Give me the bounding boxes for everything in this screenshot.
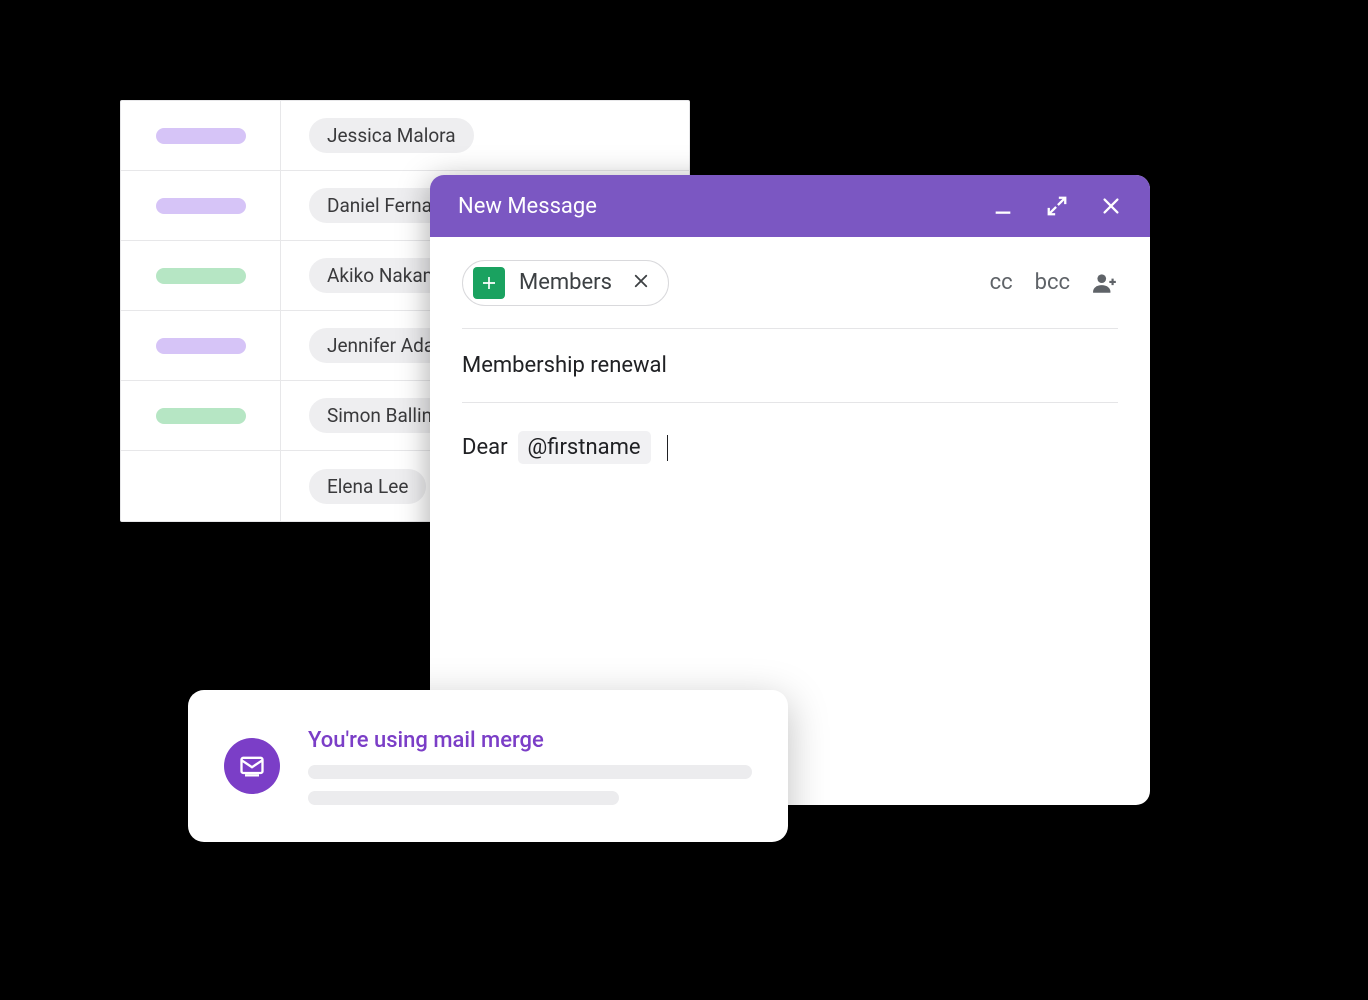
add-recipient-icon[interactable] <box>1092 270 1118 296</box>
body-text: Dear <box>462 435 508 460</box>
status-pill <box>156 408 246 424</box>
close-icon[interactable] <box>1100 195 1122 217</box>
minimize-icon[interactable] <box>992 195 1014 217</box>
compose-titlebar: New Message <box>430 175 1150 237</box>
subject-text: Membership renewal <box>462 353 667 378</box>
mail-merge-icon <box>224 738 280 794</box>
status-pill <box>156 338 246 354</box>
text-cursor <box>667 435 668 461</box>
status-pill <box>156 128 246 144</box>
status-pill <box>156 198 246 214</box>
cc-button[interactable]: cc <box>990 270 1013 295</box>
name-chip: Jessica Malora <box>309 118 474 153</box>
mail-merge-toast: You're using mail merge <box>188 690 788 842</box>
merge-tag[interactable]: @firstname <box>518 431 651 464</box>
expand-icon[interactable] <box>1046 195 1068 217</box>
bcc-button[interactable]: bcc <box>1035 270 1070 295</box>
placeholder-line <box>308 765 752 779</box>
table-row[interactable]: Jessica Malora <box>121 101 689 171</box>
subject-field[interactable]: Membership renewal <box>462 329 1118 403</box>
email-body[interactable]: Dear @firstname <box>462 403 1118 464</box>
recipient-chip[interactable]: Members <box>462 260 669 306</box>
to-field[interactable]: Members cc bcc <box>462 237 1118 329</box>
status-pill <box>156 268 246 284</box>
recipient-chip-label: Members <box>519 270 612 295</box>
remove-chip-icon[interactable] <box>632 272 650 294</box>
sheets-icon <box>473 267 505 299</box>
placeholder-line <box>308 791 619 805</box>
compose-title: New Message <box>458 194 992 219</box>
name-chip: Elena Lee <box>309 469 426 504</box>
toast-title: You're using mail merge <box>308 728 752 753</box>
